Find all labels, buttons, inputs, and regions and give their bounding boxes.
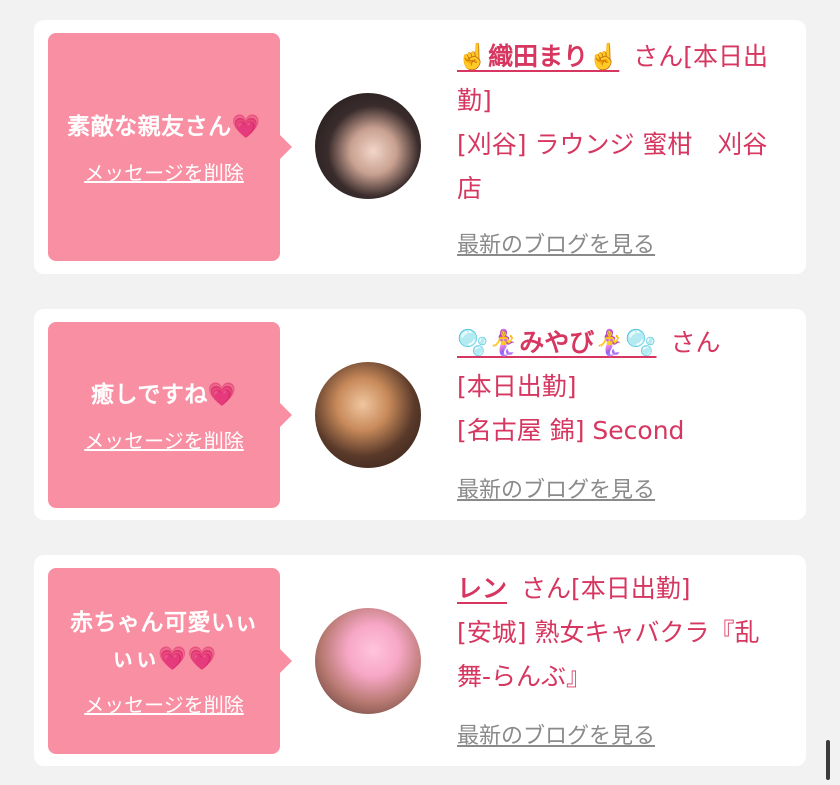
favorite-card: 素敵な親友さん💗 メッセージを削除 ☝️織田まり☝️ さん[本日出勤] [刈谷] … [34,20,806,274]
message-bubble: 赤ちゃん可愛いぃぃぃ💗💗 メッセージを削除 [48,568,292,754]
cast-info: 🫧🧜‍♀️みやび🧜‍♀️🫧 さん [本日出勤] [名古屋 錦] Second [457,321,792,453]
avatar[interactable] [315,608,421,714]
delete-message-link[interactable]: メッセージを削除 [84,689,244,718]
delete-message-link[interactable]: メッセージを削除 [84,157,244,186]
honorific: さん [521,574,572,603]
cast-name-link[interactable]: レン [457,574,507,603]
store-name: [刈谷] ラウンジ 蜜柑 刈谷店 [457,130,768,203]
message-bubble: 癒しですね💗 メッセージを削除 [48,322,292,508]
store-name: [名古屋 錦] Second [457,416,685,445]
message-bubble: 素敵な親友さん💗 メッセージを削除 [48,33,292,261]
delete-message-link[interactable]: メッセージを削除 [84,425,244,454]
scrollbar[interactable] [826,740,830,780]
cast-name-link[interactable]: ☝️織田まり☝️ [457,42,619,71]
message-text: 癒しですね💗 [91,381,237,408]
blog-link[interactable]: 最新のブログを見る [457,472,655,504]
cast-name-link[interactable]: 🫧🧜‍♀️みやび🧜‍♀️🫧 [457,328,657,357]
work-status: [本日出勤] [457,372,577,401]
blog-link[interactable]: 最新のブログを見る [457,227,655,259]
honorific: さん [633,42,684,71]
message-text: 赤ちゃん可愛いぃぃぃ💗💗 [70,609,258,672]
avatar[interactable] [315,93,421,199]
store-name: [安城] 熟女キャバクラ『乱舞-らんぶ』 [457,618,760,691]
favorite-card: 赤ちゃん可愛いぃぃぃ💗💗 メッセージを削除 レン さん[本日出勤] [安城] 熟女… [34,555,806,766]
work-status: [本日出勤] [571,574,691,603]
honorific: さん [670,328,721,357]
message-text: 素敵な親友さん💗 [67,113,261,140]
blog-link[interactable]: 最新のブログを見る [457,718,655,750]
cast-info: ☝️織田まり☝️ さん[本日出勤] [刈谷] ラウンジ 蜜柑 刈谷店 [457,35,792,211]
favorite-card: 癒しですね💗 メッセージを削除 🫧🧜‍♀️みやび🧜‍♀️🫧 さん [本日出勤] [… [34,309,806,520]
avatar[interactable] [315,362,421,468]
cast-info: レン さん[本日出勤] [安城] 熟女キャバクラ『乱舞-らんぶ』 [457,567,792,699]
